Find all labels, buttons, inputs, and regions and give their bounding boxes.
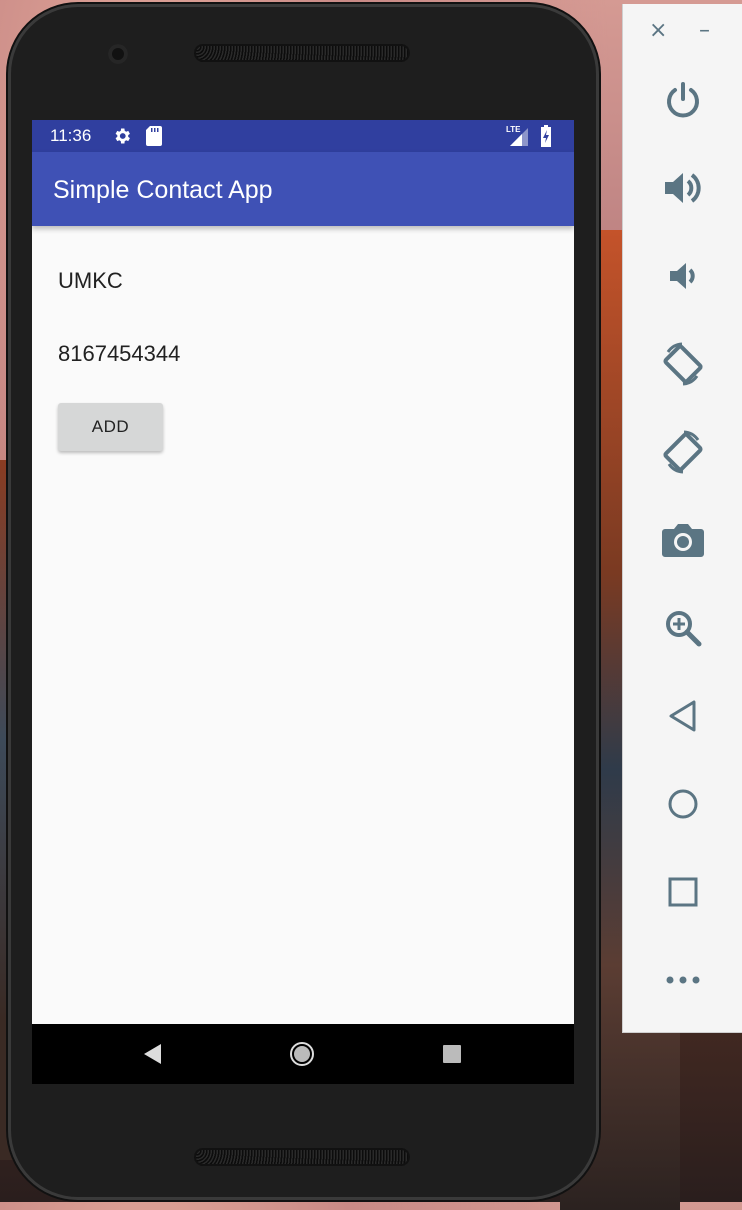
- status-time: 11:36: [50, 126, 92, 145]
- emulator-panel: × –: [622, 4, 742, 1033]
- status-bar: 11:36 LTE: [32, 120, 574, 152]
- device-screen: 11:36 LTE Simple Contact App UMKC 816745…: [32, 120, 574, 1084]
- bottom-speaker: [194, 1148, 410, 1166]
- power-icon[interactable]: [653, 70, 713, 130]
- svg-text:LTE: LTE: [506, 125, 521, 134]
- name-field[interactable]: UMKC: [58, 268, 123, 294]
- camera-icon[interactable]: [653, 510, 713, 570]
- home-icon[interactable]: [653, 774, 713, 834]
- phone-field[interactable]: 8167454344: [58, 341, 180, 367]
- nav-back-icon[interactable]: [123, 1024, 183, 1084]
- emulator-close-button[interactable]: ×: [649, 18, 667, 43]
- back-icon[interactable]: [653, 686, 713, 746]
- rotate-left-icon[interactable]: [653, 334, 713, 394]
- app-bar: Simple Contact App: [32, 152, 574, 226]
- emulator-minimize-button[interactable]: –: [699, 18, 710, 43]
- phone-frame: 11:36 LTE Simple Contact App UMKC 816745…: [8, 4, 599, 1200]
- app-title: Simple Contact App: [53, 176, 273, 204]
- nav-bar: [32, 1024, 574, 1084]
- zoom-icon[interactable]: [653, 598, 713, 658]
- settings-icon: [112, 126, 132, 150]
- signal-icon: LTE: [506, 124, 528, 150]
- sd-card-icon: [146, 126, 162, 150]
- nav-recents-icon[interactable]: [422, 1024, 482, 1084]
- top-speaker: [194, 44, 410, 62]
- volume-down-icon[interactable]: [653, 246, 713, 306]
- overview-icon[interactable]: [653, 862, 713, 922]
- volume-up-icon[interactable]: [653, 158, 713, 218]
- add-button[interactable]: ADD: [58, 403, 163, 451]
- more-icon[interactable]: [653, 950, 713, 1010]
- rotate-right-icon[interactable]: [653, 422, 713, 482]
- front-camera: [108, 44, 128, 64]
- nav-home-icon[interactable]: [272, 1024, 332, 1084]
- battery-charging-icon: [540, 125, 552, 151]
